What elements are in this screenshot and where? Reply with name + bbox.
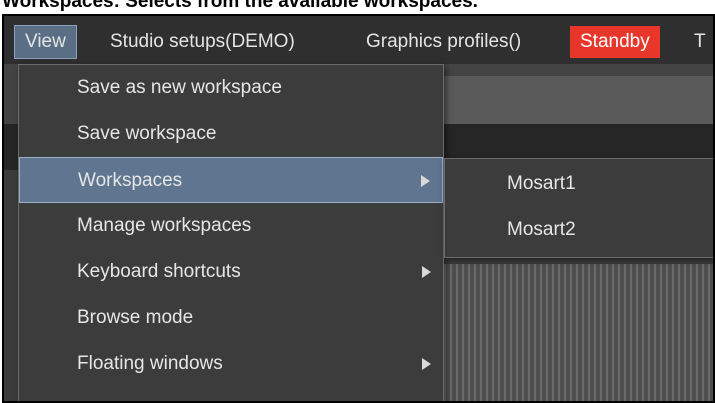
submenu-arrow-icon	[421, 175, 430, 187]
menu-item-save-workspace[interactable]: Save workspace	[19, 111, 443, 157]
menu-item-save-as-new-workspace[interactable]: Save as new workspace	[19, 65, 443, 111]
app-window: View Studio setups(DEMO) Graphics profil…	[2, 14, 715, 403]
standby-button[interactable]: Standby	[570, 26, 660, 58]
menu-item-manage-workspaces[interactable]: Manage workspaces	[19, 203, 443, 249]
toolbar-panel	[434, 76, 713, 124]
menu-studio-setups[interactable]: Studio setups(DEMO)	[100, 26, 305, 58]
menu-item-floating-windows[interactable]: Floating windows	[19, 341, 443, 387]
menu-item-label: Keyboard shortcuts	[77, 261, 241, 282]
submenu-arrow-icon	[422, 358, 431, 370]
workspaces-submenu: Mosart1 Mosart2	[444, 158, 713, 258]
menu-item-label: Manage workspaces	[77, 215, 252, 236]
submenu-item-label: Mosart1	[507, 173, 576, 194]
timeline-area	[444, 264, 713, 401]
menu-item-label: Workspaces	[78, 170, 183, 191]
menu-item-label: Browse mode	[77, 307, 194, 328]
menu-graphics-profiles[interactable]: Graphics profiles()	[356, 26, 531, 58]
submenu-arrow-icon	[422, 266, 431, 278]
submenu-item-mosart1[interactable]: Mosart1	[445, 161, 713, 207]
menu-item-label: Save as new workspace	[77, 77, 282, 98]
submenu-item-mosart2[interactable]: Mosart2	[445, 207, 713, 253]
menu-item-label: Floating windows	[77, 353, 223, 374]
menu-view[interactable]: View	[14, 25, 77, 59]
menu-truncated[interactable]: T	[688, 26, 706, 58]
menu-bar: View Studio setups(DEMO) Graphics profil…	[4, 16, 713, 64]
menu-item-label: Save workspace	[77, 123, 217, 144]
view-menu: Save as new workspace Save workspace Wor…	[18, 64, 444, 401]
menu-item-keyboard-shortcuts[interactable]: Keyboard shortcuts	[19, 249, 443, 295]
caption: Workspaces: Selects from the available w…	[2, 0, 478, 12]
menu-item-browse-mode[interactable]: Browse mode	[19, 295, 443, 341]
menu-item-workspaces[interactable]: Workspaces	[19, 157, 443, 203]
submenu-item-label: Mosart2	[507, 219, 576, 240]
